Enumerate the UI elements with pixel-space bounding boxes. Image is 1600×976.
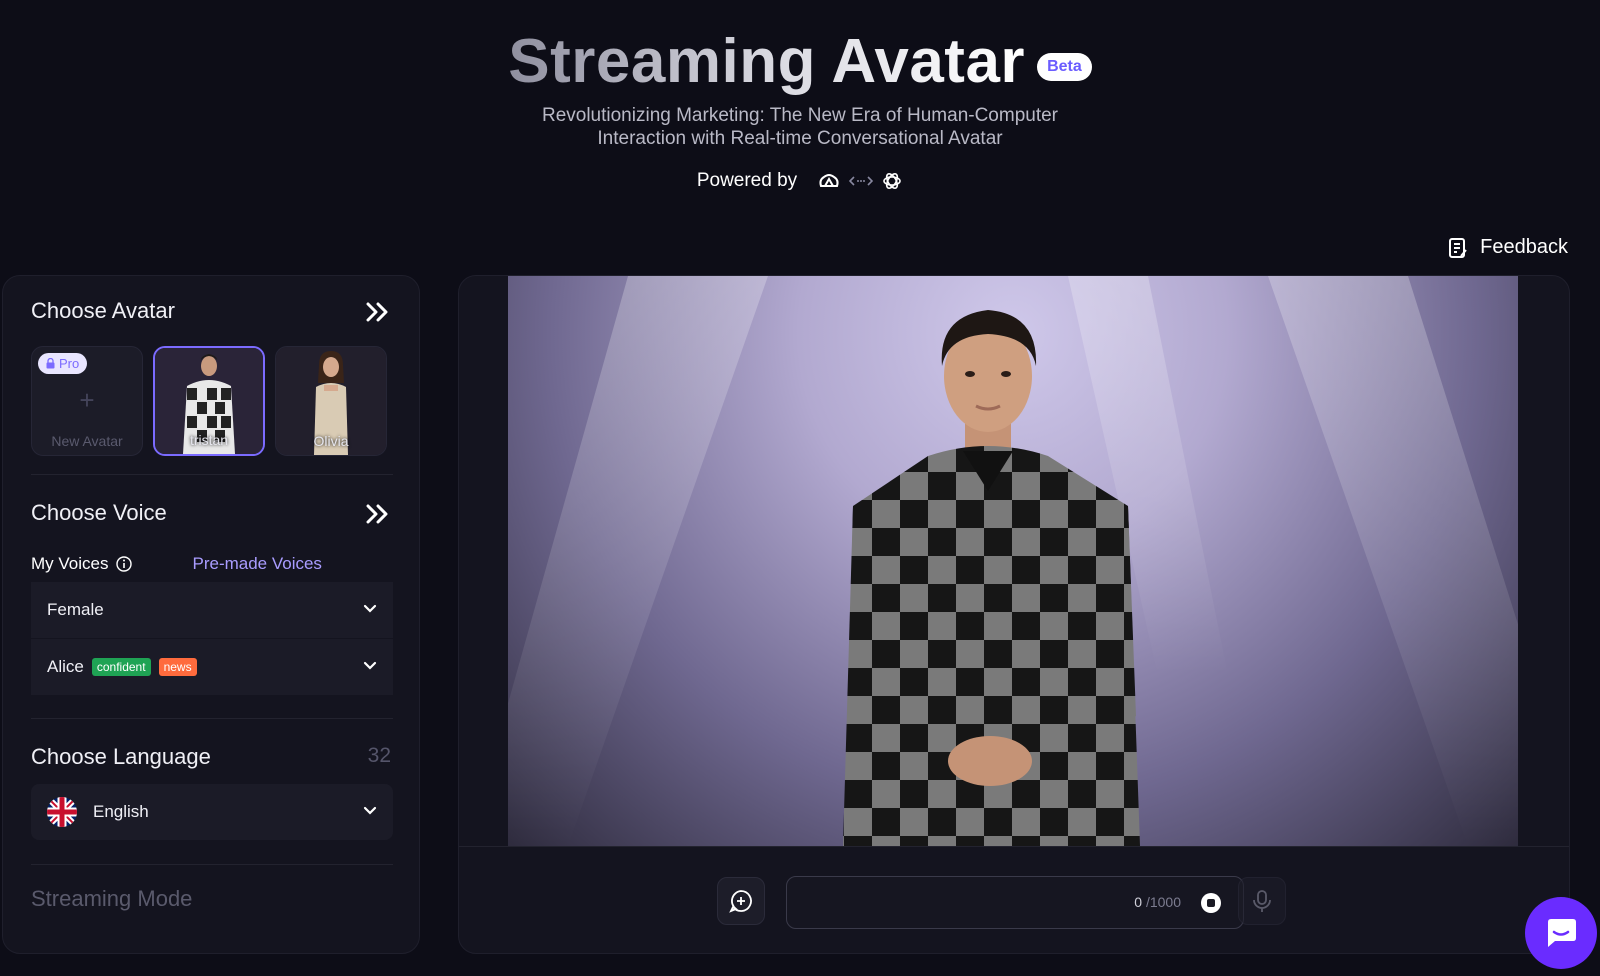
pro-badge-label: Pro <box>59 356 80 371</box>
link-arrows-icon <box>849 176 874 186</box>
powered-by: Powered by <box>0 170 1600 192</box>
feedback-icon <box>1449 237 1467 258</box>
chat-input-box: 0 /1000 <box>786 876 1244 929</box>
support-chat-button[interactable] <box>1525 897 1597 969</box>
voice-select[interactable]: Alice confident news <box>31 639 393 695</box>
avatar-card-new[interactable]: Pro + New Avatar <box>31 346 143 456</box>
tab-premade-voices[interactable]: Pre-made Voices <box>192 554 321 574</box>
pro-badge: Pro <box>38 353 88 374</box>
section-divider <box>31 474 393 475</box>
section-divider <box>31 718 393 719</box>
language-count: 32 <box>367 744 391 767</box>
microphone-button[interactable] <box>1238 877 1286 925</box>
add-message-button[interactable] <box>717 877 765 925</box>
microphone-icon <box>1253 890 1271 912</box>
voice-tag: confident <box>91 658 151 676</box>
tab-my-voices[interactable]: My Voices <box>31 554 133 574</box>
chevron-down-icon <box>363 806 377 815</box>
page-header: Streaming Avatar Beta Revolutionizing Ma… <box>0 0 1600 230</box>
powered-by-label: Powered by <box>696 170 798 191</box>
chevron-down-icon <box>363 604 377 613</box>
plus-icon: + <box>79 385 95 415</box>
chat-plus-icon <box>729 890 752 913</box>
voice-tag: news <box>158 658 197 676</box>
partner-logos <box>817 170 903 192</box>
chevron-down-icon <box>363 661 377 670</box>
tab-my-voices-label: My Voices <box>31 554 109 573</box>
avatar-card-label: New Avatar <box>51 433 123 449</box>
choose-language-title: Choose Language <box>31 744 211 769</box>
settings-sidebar: Choose Avatar Pro + New Avatar tristan O… <box>2 275 420 954</box>
info-icon[interactable] <box>116 556 133 572</box>
section-divider <box>31 864 393 865</box>
subtitle-line-1: Revolutionizing Marketing: The New Era o… <box>541 105 1059 126</box>
choose-voice-title: Choose Voice <box>31 500 167 525</box>
feedback-label: Feedback <box>1480 236 1568 258</box>
avatar-card-olivia[interactable]: Olivia <box>275 346 387 456</box>
feedback-button[interactable]: Feedback <box>1448 236 1568 259</box>
avatar-card-label: tristan <box>189 432 229 448</box>
chat-control-bar: 0 /1000 <box>459 846 1569 953</box>
chat-input[interactable] <box>801 877 1111 928</box>
avatar-figure <box>508 276 1518 846</box>
page-title: Streaming Avatar <box>508 27 1026 96</box>
gender-select-value: Female <box>47 600 104 619</box>
avatar-card-label: Olivia <box>313 433 349 449</box>
char-count-max: /1000 <box>1145 894 1181 910</box>
language-select[interactable]: English <box>31 784 393 840</box>
avatar-card-tristan[interactable]: tristan <box>153 346 265 456</box>
voice-select-value: Alice <box>47 657 84 676</box>
avatar-video <box>508 276 1518 846</box>
char-count: 0 /1000 <box>1134 894 1181 910</box>
chat-bubble-icon <box>1548 919 1576 947</box>
gender-select[interactable]: Female <box>31 582 393 638</box>
stop-button[interactable] <box>1201 893 1221 913</box>
choose-avatar-title: Choose Avatar <box>31 298 175 323</box>
subtitle-line-2: Interaction with Real-time Conversationa… <box>597 128 1003 149</box>
expand-avatars-icon[interactable] <box>363 300 391 324</box>
title-row: Streaming Avatar Beta <box>0 26 1600 97</box>
heygen-logo-icon <box>819 174 839 187</box>
voice-tabs: My Voices Pre-made Voices <box>31 554 322 574</box>
expand-voices-icon[interactable] <box>363 502 391 526</box>
stop-icon <box>1207 899 1215 907</box>
char-count-value: 0 <box>1134 894 1143 910</box>
beta-badge: Beta <box>1037 52 1092 81</box>
lock-icon <box>46 358 55 369</box>
page-subtitle: Revolutionizing Marketing: The New Era o… <box>0 104 1600 150</box>
uk-flag-icon <box>47 797 77 827</box>
language-select-value: English <box>93 802 149 821</box>
video-panel: 0 /1000 <box>458 275 1570 954</box>
openai-logo-icon <box>883 172 901 190</box>
streaming-mode-title: Streaming Mode <box>31 886 193 911</box>
